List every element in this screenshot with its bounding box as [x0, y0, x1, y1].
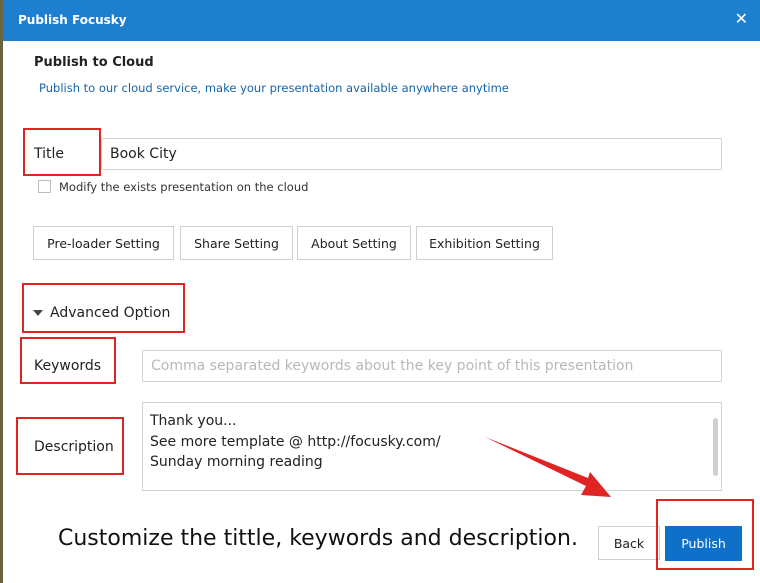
annotation-arrow-icon [485, 437, 611, 497]
publish-dialog: Publish Focusky ✕ Publish to Cloud Publi… [3, 0, 760, 583]
